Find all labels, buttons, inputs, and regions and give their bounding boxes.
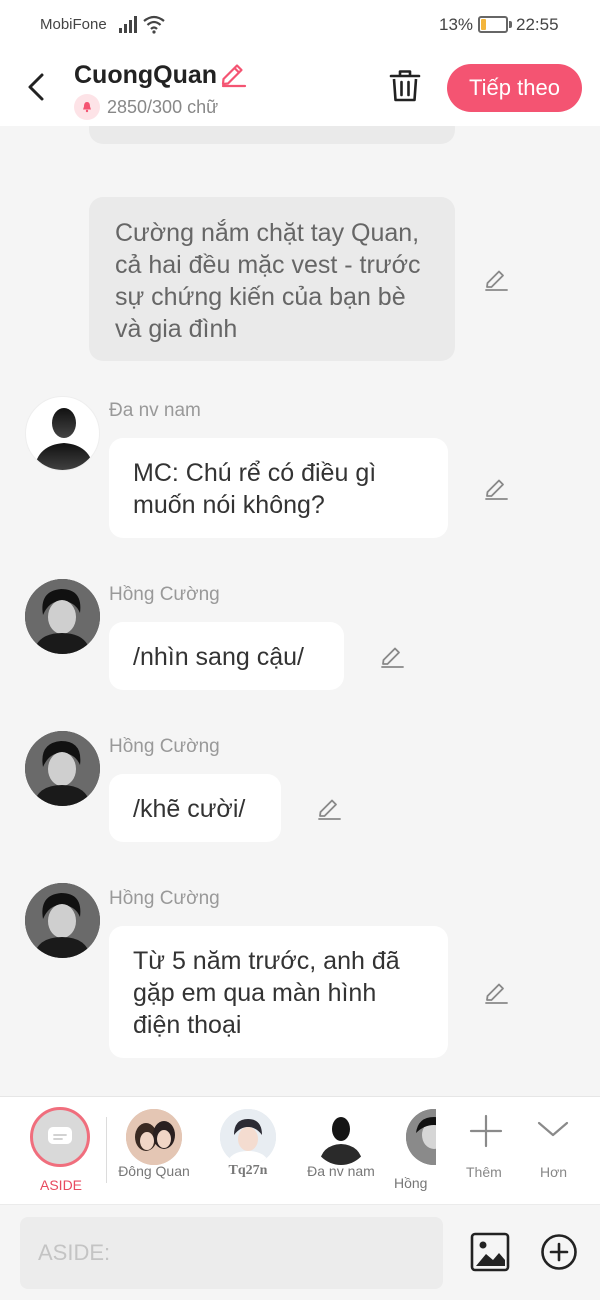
narration-bubble[interactable]: Cường nắm chặt tay Quan, cả hai đều mặc … bbox=[89, 197, 455, 361]
character-avatar-hong[interactable] bbox=[406, 1109, 436, 1165]
message-bubble[interactable]: /khẽ cười/ bbox=[109, 774, 281, 842]
edit-icon[interactable] bbox=[379, 643, 405, 669]
insert-image-button[interactable] bbox=[470, 1232, 510, 1272]
clock: 22:55 bbox=[516, 15, 559, 34]
wifi-icon bbox=[143, 14, 165, 39]
character-avatar-hong-clip bbox=[406, 1109, 436, 1169]
plus-circle-icon bbox=[541, 1234, 577, 1270]
aside-label: ASIDE bbox=[40, 1177, 83, 1193]
silhouette-avatar[interactable] bbox=[25, 396, 100, 471]
chat-bubble-icon bbox=[48, 1127, 72, 1144]
battery-icon bbox=[478, 16, 508, 33]
character-name: Hồng bbox=[394, 1175, 428, 1191]
more-characters-button[interactable] bbox=[537, 1115, 569, 1143]
bell-icon bbox=[74, 94, 100, 120]
status-bar: MobiFone 13% 22:55 bbox=[0, 0, 600, 52]
next-button[interactable]: Tiếp theo bbox=[447, 64, 582, 112]
story-title[interactable]: CuongQuan bbox=[74, 61, 217, 90]
composer bbox=[0, 1204, 600, 1300]
battery-level bbox=[481, 19, 486, 30]
image-icon bbox=[470, 1232, 510, 1272]
character-avatar-tq27n[interactable] bbox=[220, 1109, 276, 1165]
battery-percent: 13% bbox=[439, 15, 474, 34]
message-bubble[interactable]: /nhìn sang cậu/ bbox=[109, 622, 344, 690]
previous-narration-bubble[interactable] bbox=[89, 126, 455, 144]
carrier-name: MobiFone bbox=[40, 16, 107, 33]
add-character-label: Thêm bbox=[466, 1164, 502, 1180]
speaker-name: Hồng Cường bbox=[109, 584, 220, 605]
character-name: Đa nv nam bbox=[307, 1163, 375, 1179]
app-header: CuongQuan 2850/300 chữ Tiếp theo bbox=[0, 52, 600, 126]
speaker-name: Hồng Cường bbox=[109, 888, 220, 909]
edit-icon[interactable] bbox=[316, 795, 342, 821]
speaker-name: Hồng Cường bbox=[109, 736, 220, 757]
chat-story-editor: MobiFone 13% 22:55 CuongQuan 2850/300 ch… bbox=[0, 0, 600, 1300]
edit-icon[interactable] bbox=[483, 979, 509, 1005]
back-button[interactable] bbox=[22, 70, 52, 104]
add-character-button[interactable] bbox=[466, 1111, 506, 1151]
message-input[interactable] bbox=[20, 1217, 443, 1289]
aside-character-button[interactable] bbox=[30, 1107, 90, 1167]
chevron-left-icon bbox=[28, 73, 44, 101]
plus-icon bbox=[469, 1114, 503, 1148]
speaker-name: Đa nv nam bbox=[109, 400, 201, 421]
trash-icon bbox=[389, 70, 421, 102]
more-characters-label: Hơn bbox=[540, 1164, 568, 1180]
character-selector: ASIDE Đông Quan Tq27n Đa nv nam Hồng Thê… bbox=[0, 1096, 600, 1204]
edit-title-icon[interactable] bbox=[219, 60, 247, 93]
add-content-button[interactable] bbox=[540, 1233, 578, 1271]
edit-icon[interactable] bbox=[483, 266, 509, 292]
character-name: Tq27n bbox=[228, 1163, 268, 1178]
signal-icon bbox=[118, 14, 140, 39]
chat-list[interactable]: Cường nắm chặt tay Quan, cả hai đều mặc … bbox=[0, 126, 600, 1096]
message-bubble[interactable]: Từ 5 năm trước, anh đã gặp em qua màn hì… bbox=[109, 926, 448, 1058]
character-name-clip: Hồng bbox=[384, 1175, 434, 1197]
message-bubble[interactable]: MC: Chú rể có điều gì muốn nói không? bbox=[109, 438, 448, 538]
photo-avatar[interactable] bbox=[25, 731, 100, 806]
character-avatar-da-nv-nam[interactable] bbox=[313, 1109, 369, 1165]
chevron-down-icon bbox=[537, 1121, 569, 1137]
word-count-row: 2850/300 chữ bbox=[74, 94, 218, 120]
character-name: Đông Quan bbox=[118, 1163, 190, 1179]
delete-button[interactable] bbox=[388, 68, 422, 104]
photo-avatar[interactable] bbox=[25, 883, 100, 958]
photo-avatar[interactable] bbox=[25, 579, 100, 654]
battery-cap bbox=[509, 21, 512, 28]
word-count: 2850/300 chữ bbox=[107, 96, 219, 117]
edit-icon[interactable] bbox=[483, 475, 509, 501]
character-avatar-dong-quan[interactable] bbox=[126, 1109, 182, 1165]
